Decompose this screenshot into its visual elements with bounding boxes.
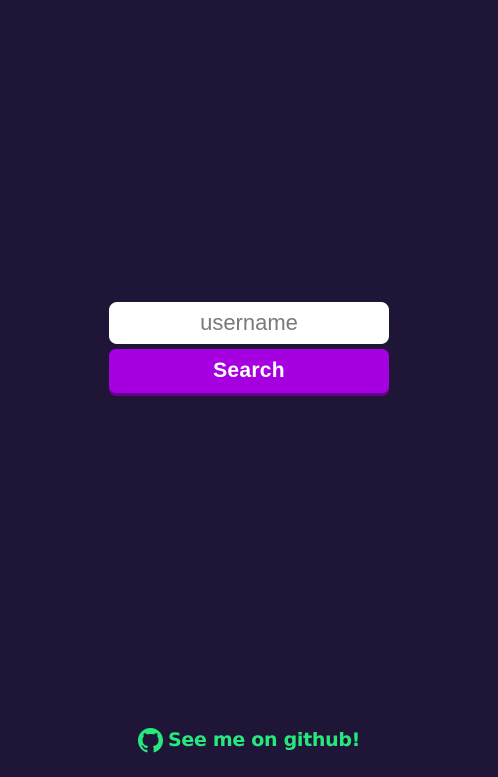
username-input[interactable] (109, 302, 389, 344)
github-link-text: See me on github! (168, 729, 360, 751)
search-button[interactable]: Search (109, 349, 389, 393)
github-icon (138, 727, 163, 753)
github-link[interactable]: See me on github! (0, 726, 498, 754)
search-form: Search (109, 302, 389, 393)
